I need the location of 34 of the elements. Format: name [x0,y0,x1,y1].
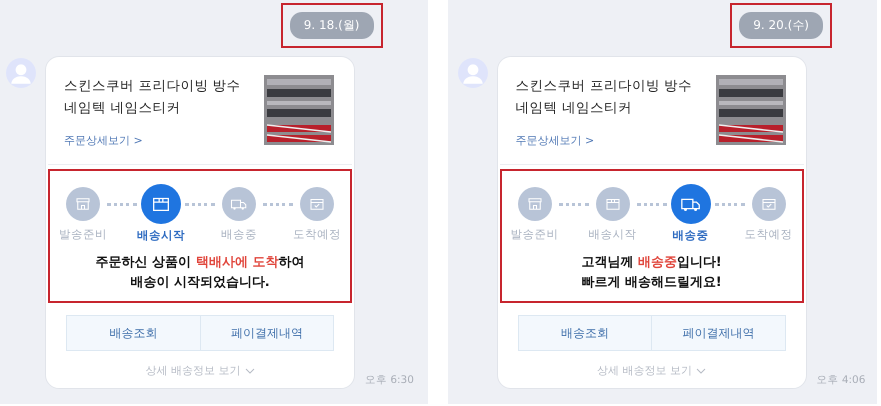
chevron-down-icon[interactable] [244,368,254,374]
step-label: 도착예정 [293,227,341,242]
avatar-icon[interactable] [6,58,36,88]
message-time: 오후 6:30 [365,373,414,387]
action-button[interactable]: 페이결제내역 [200,315,334,351]
store-icon [66,187,100,221]
avatar-icon[interactable] [458,58,488,88]
step-label: 발송준비 [510,227,558,242]
chevron-down-icon[interactable] [696,368,706,374]
step-label: 배송중 [221,227,257,242]
action-button[interactable]: 페이결제내역 [652,315,786,351]
calendar-check-icon [752,187,786,221]
truck-icon [222,187,256,221]
date-badge: 9. 18.(월) [290,12,374,39]
order-detail-link[interactable]: 주문상세보기 > [516,133,594,148]
step-label: 배송중 [672,228,708,243]
calendar-check-icon [300,187,334,221]
product-title: 스킨스쿠버 프리다이빙 방수 네임텍 네임스티커 [64,77,242,118]
step-label: 배송시작 [588,227,636,242]
step-label: 발송준비 [59,227,107,242]
product-title: 스킨스쿠버 프리다이빙 방수 네임텍 네임스티커 [516,77,694,118]
truck-icon [670,184,710,224]
order-detail-link[interactable]: 주문상세보기 > [64,133,143,148]
date-badge: 9. 20.(수) [739,12,823,39]
message-time: 오후 4:06 [816,373,866,387]
box-icon [596,187,630,221]
status-message: 주문하신 상품이 택배사에 도착하여 배송이 시작되었습니다. [94,254,306,292]
step-label: 도착예정 [744,227,792,242]
status-message: 고객님께 배송중입니다! 빠르게 배송해드릴게요! [580,254,723,292]
action-button[interactable]: 배송조회 [518,315,652,351]
box-icon [141,184,181,224]
action-button[interactable]: 배송조회 [66,315,200,351]
step-label: 배송시작 [137,228,185,243]
store-icon [518,187,552,221]
